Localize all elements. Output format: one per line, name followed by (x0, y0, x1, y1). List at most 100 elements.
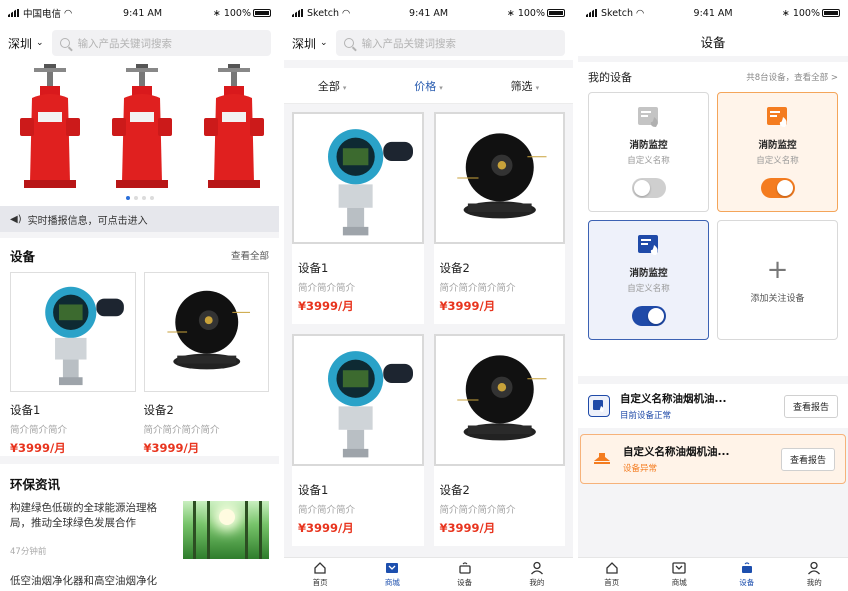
devices-screen: Sketch ◠ 9:41 AM ∗ 100% 设备 我的设备 共8台设备，查看全… (578, 0, 848, 591)
search-input[interactable]: 输入产品关键词搜索 (51, 30, 271, 56)
tab-label: 我的 (806, 578, 822, 587)
bluetooth-icon: ∗ (781, 7, 790, 19)
product-card[interactable]: 设备2 简介简介简介简介 ¥3999/月 (433, 112, 565, 324)
news-item[interactable]: 构建绿色低碳的全球能源治理格局，推动全球绿色发展合作 47分钟前 (10, 501, 269, 559)
tab-label: 商城 (384, 578, 400, 587)
device-toggle[interactable] (760, 178, 795, 198)
transmitter-image (10, 272, 136, 392)
product-card[interactable]: 设备2 简介简介简介简介 ¥3999/月 (433, 334, 565, 546)
notice-bar[interactable]: ◀) 实时播报信息，可点击进入 (0, 206, 279, 232)
device-toggle[interactable] (631, 178, 666, 198)
device-icon (458, 562, 471, 574)
view-all-link[interactable]: 查看全部 (231, 248, 269, 262)
device-tile[interactable]: 消防监控 自定义名称 (588, 220, 709, 340)
report-status: 设备异常 (623, 464, 658, 474)
tab-label: 设备 (457, 578, 473, 587)
transmitter-image (292, 334, 424, 466)
news-item[interactable]: 低空油烟净化器和高空油烟净化 (10, 573, 269, 588)
battery-status: ∗ 100% (782, 8, 840, 19)
filter-label: 全部 (317, 79, 340, 93)
product-name: 设备2 (439, 483, 470, 497)
home-icon (314, 562, 326, 574)
battery-label: 100% (223, 7, 251, 19)
carrier-label: Sketch (307, 7, 340, 19)
device-report-row[interactable]: 自定义名称油烟机油... 设备异常 查看报告 (580, 434, 846, 484)
status-bar: Sketch ◠ 9:41 AM ∗ 100% (284, 0, 573, 26)
caret-down-icon: ▾ (439, 83, 443, 92)
search-input[interactable]: 输入产品关键词搜索 (335, 30, 565, 56)
city-selector[interactable]: 深圳 ⌄ (8, 35, 44, 52)
filter-price[interactable]: 价格 ▾ (414, 78, 443, 94)
tab-label: 我的 (529, 578, 545, 587)
device-card[interactable]: 设备1 简介简介简介 ¥3999/月 (10, 272, 136, 456)
fire-monitor-icon (766, 107, 787, 127)
device-report-row[interactable]: 自定义名称油烟机油... 目前设备正常 查看报告 (578, 384, 848, 428)
device-subname: 自定义名称 (756, 156, 799, 166)
city-label: 深圳 (292, 36, 317, 51)
tab-label: 首页 (604, 578, 620, 587)
device-name: 消防监控 (629, 140, 668, 151)
device-tile[interactable]: 消防监控 自定义名称 (588, 92, 709, 212)
signal-icon (8, 9, 20, 17)
product-price: ¥3999/月 (439, 299, 496, 313)
news-time: 47分钟前 (10, 547, 47, 557)
status-time: 9:41 AM (409, 7, 449, 19)
tab-profile[interactable]: 我的 (529, 561, 544, 588)
view-report-button[interactable]: 查看报告 (780, 447, 835, 471)
user-icon (808, 561, 821, 575)
news-title: 构建绿色低碳的全球能源治理格局，推动全球绿色发展合作 (10, 502, 157, 529)
product-card[interactable]: 设备1 简介简介简介 ¥3999/月 (292, 334, 424, 546)
tab-devices[interactable]: 设备 (739, 561, 754, 588)
news-section: 环保资讯 构建绿色低碳的全球能源治理格局，推动全球绿色发展合作 47分钟前 低空… (0, 464, 279, 591)
range-hood-icon (591, 448, 613, 470)
tab-home[interactable]: 首页 (604, 561, 619, 588)
view-report-button[interactable]: 查看报告 (783, 394, 838, 418)
device-price: ¥3999/月 (143, 441, 200, 455)
plus-icon: + (766, 254, 789, 285)
battery-icon (252, 9, 271, 17)
product-name: 设备1 (298, 261, 329, 275)
device-desc: 简介简介简介 (10, 425, 68, 436)
search-row: 深圳 ⌄ 输入产品关键词搜索 (284, 26, 573, 60)
speaker-icon: ◀) (10, 213, 22, 225)
tab-devices[interactable]: 设备 (457, 561, 472, 588)
filter-all[interactable]: 全部 ▾ (318, 78, 347, 94)
mall-icon (672, 562, 686, 574)
status-time: 9:41 AM (693, 7, 733, 19)
device-subname: 自定义名称 (627, 284, 670, 294)
device-name: 设备2 (143, 403, 174, 417)
wifi-icon: ◠ (64, 7, 73, 19)
caret-down-icon: ▾ (342, 83, 347, 92)
fire-monitor-icon (637, 235, 658, 255)
tab-profile[interactable]: 我的 (807, 561, 822, 588)
banner-carousel[interactable] (0, 60, 279, 206)
search-placeholder: 输入产品关键词搜索 (361, 37, 457, 50)
tab-mall[interactable]: 商城 (672, 561, 687, 588)
battery-label: 100% (517, 7, 545, 19)
add-device-tile[interactable]: + 添加关注设备 (717, 220, 838, 340)
device-tile[interactable]: 消防监控 自定义名称 (717, 92, 838, 212)
device-name: 消防监控 (629, 268, 668, 279)
product-card[interactable]: 设备1 简介简介简介 ¥3999/月 (292, 112, 424, 324)
device-subname: 自定义名称 (627, 156, 670, 166)
view-all-link[interactable]: 共8台设备，查看全部 > (746, 71, 838, 83)
search-placeholder: 输入产品关键词搜索 (77, 37, 173, 50)
fire-hydrant-image (204, 64, 264, 188)
filter-bar: 全部 ▾ 价格 ▾ 筛选 ▾ (284, 68, 573, 104)
section-title: 设备 (10, 248, 36, 264)
device-toggle[interactable] (631, 306, 666, 326)
tab-label: 首页 (312, 578, 328, 587)
my-devices-panel: 我的设备 共8台设备，查看全部 > 消防监控 自定义名称 消防监控 自定义名称 … (578, 62, 848, 376)
filter-screen[interactable]: 筛选 ▾ (511, 78, 540, 94)
battery-status: ∗ 100% (507, 8, 565, 19)
page-title: 设备 (578, 26, 848, 56)
chevron-down-icon: ⌄ (320, 38, 328, 48)
filter-label: 筛选 (510, 79, 533, 93)
notice-text: 实时播报信息，可点击进入 (27, 215, 148, 227)
city-selector[interactable]: 深圳 ⌄ (292, 35, 328, 52)
signal-icon (292, 9, 304, 17)
tab-mall[interactable]: 商城 (385, 561, 400, 588)
tab-home[interactable]: 首页 (313, 561, 328, 588)
device-card[interactable]: 设备2 简介简介简介简介 ¥3999/月 (143, 272, 269, 456)
device-name: 设备1 (10, 403, 41, 417)
